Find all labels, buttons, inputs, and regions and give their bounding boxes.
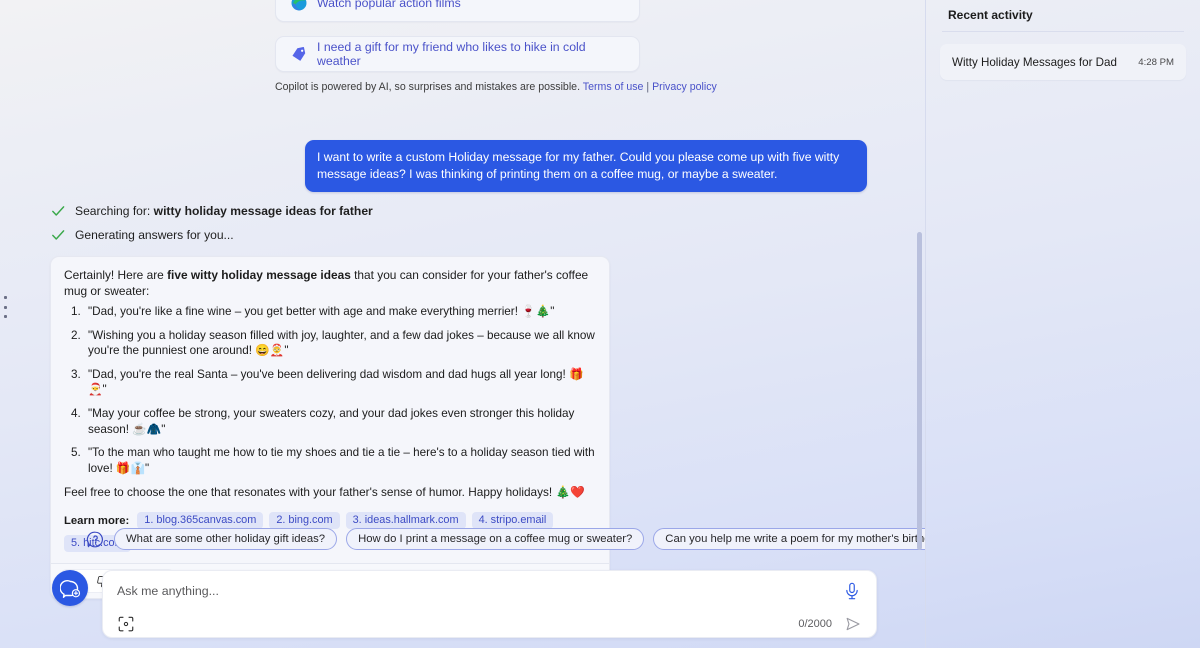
drag-dot bbox=[4, 296, 7, 299]
list-item: 3. "Dad, you're the real Santa – you've … bbox=[64, 367, 596, 398]
suggested-prompt-card-gift[interactable]: I need a gift for my friend who likes to… bbox=[275, 36, 640, 72]
sidebar-title: Recent activity bbox=[940, 0, 1186, 31]
source-link-4[interactable]: 4. stripo.email bbox=[472, 512, 554, 529]
activity-item[interactable]: Witty Holiday Messages for Dad 4:28 PM bbox=[940, 44, 1186, 80]
new-topic-icon bbox=[60, 578, 81, 599]
activity-list: Witty Holiday Messages for Dad 4:28 PM bbox=[940, 32, 1186, 80]
answer-idea-list: 1. "Dad, you're like a fine wine – you g… bbox=[64, 304, 596, 476]
privacy-policy-link[interactable]: Privacy policy bbox=[652, 81, 717, 93]
edge-browser-icon bbox=[290, 0, 308, 12]
status-query: witty holiday message ideas for father bbox=[154, 204, 373, 218]
list-item-text: "Wishing you a holiday season filled wit… bbox=[88, 329, 595, 358]
list-item-number: 2. bbox=[71, 328, 81, 344]
answer-outro: Feel free to choose the one that resonat… bbox=[64, 484, 596, 500]
message-input[interactable] bbox=[117, 584, 842, 598]
list-item-number: 5. bbox=[71, 445, 81, 461]
composer-actions: 0/2000 bbox=[798, 615, 862, 633]
answer-intro-bold: five witty holiday message ideas bbox=[167, 268, 351, 282]
send-icon[interactable] bbox=[844, 615, 862, 633]
check-icon bbox=[50, 203, 66, 219]
status-searching: Searching for: witty holiday message ide… bbox=[50, 203, 373, 219]
status-label: Generating answers for you... bbox=[75, 228, 234, 242]
panel-drag-handle[interactable] bbox=[0, 296, 10, 318]
drag-dot bbox=[4, 315, 7, 318]
list-item: 5. "To the man who taught me how to tie … bbox=[64, 445, 596, 476]
status-prefix: Searching for: bbox=[75, 204, 154, 218]
new-topic-button[interactable] bbox=[52, 570, 88, 606]
disclaimer-separator: | bbox=[646, 81, 649, 93]
check-icon bbox=[50, 227, 66, 243]
character-counter: 0/2000 bbox=[798, 618, 832, 630]
prompt-card-label: I need a gift for my friend who likes to… bbox=[317, 40, 625, 68]
status-generating: Generating answers for you... bbox=[50, 227, 234, 243]
suggestion-chip-2[interactable]: How do I print a message on a coffee mug… bbox=[346, 528, 644, 550]
copilot-chat-app: Watch popular action films I need a gift… bbox=[0, 0, 1200, 648]
learn-more-label: Learn more: bbox=[64, 515, 129, 527]
composer-bottom-row: 0/2000 bbox=[117, 611, 862, 637]
list-item-text: "Dad, you're like a fine wine – you get … bbox=[88, 305, 554, 318]
list-item-text: "May your coffee be strong, your sweater… bbox=[88, 407, 574, 436]
list-item-number: 4. bbox=[71, 406, 81, 422]
ai-disclaimer: Copilot is powered by AI, so surprises a… bbox=[275, 81, 640, 93]
list-item-text: "Dad, you're the real Santa – you've bee… bbox=[88, 368, 584, 397]
list-item: 2. "Wishing you a holiday season filled … bbox=[64, 328, 596, 359]
message-composer: 0/2000 bbox=[102, 570, 877, 638]
source-link-3[interactable]: 3. ideas.hallmark.com bbox=[346, 512, 466, 529]
user-message-bubble: I want to write a custom Holiday message… bbox=[305, 140, 867, 192]
composer-row: 0/2000 bbox=[52, 570, 877, 638]
list-item-number: 3. bbox=[71, 367, 81, 383]
list-item: 4. "May your coffee be strong, your swea… bbox=[64, 406, 596, 437]
user-message-text: I want to write a custom Holiday message… bbox=[317, 150, 839, 181]
chat-scrollbar[interactable] bbox=[916, 0, 924, 648]
terms-of-use-link[interactable]: Terms of use bbox=[583, 81, 644, 93]
chat-column: Watch popular action films I need a gift… bbox=[0, 0, 925, 648]
answer-intro: Certainly! Here are five witty holiday m… bbox=[64, 267, 596, 299]
activity-title: Witty Holiday Messages for Dad bbox=[952, 56, 1117, 69]
scrollbar-thumb[interactable] bbox=[917, 232, 922, 550]
suggestion-chip-3[interactable]: Can you help me write a poem for my moth… bbox=[653, 528, 925, 550]
question-bubble-icon bbox=[86, 530, 105, 549]
visual-search-icon[interactable] bbox=[117, 615, 135, 633]
microphone-icon[interactable] bbox=[842, 581, 862, 601]
list-item-text: "To the man who taught me how to tie my … bbox=[88, 446, 595, 475]
drag-dot bbox=[4, 306, 7, 309]
chat-scroll-region: Watch popular action films I need a gift… bbox=[0, 0, 925, 648]
recent-activity-sidebar: Recent activity Witty Holiday Messages f… bbox=[925, 0, 1200, 648]
composer-input-row bbox=[117, 571, 862, 611]
answer-intro-before: Certainly! Here are bbox=[64, 268, 167, 282]
status-label: Searching for: witty holiday message ide… bbox=[75, 204, 373, 218]
answer-body: Certainly! Here are five witty holiday m… bbox=[51, 257, 609, 510]
disclaimer-text: Copilot is powered by AI, so surprises a… bbox=[275, 81, 580, 93]
suggested-prompt-card-films[interactable]: Watch popular action films bbox=[275, 0, 640, 22]
followup-suggestions: What are some other holiday gift ideas? … bbox=[86, 528, 925, 550]
price-tag-icon bbox=[290, 45, 308, 63]
list-item: 1. "Dad, you're like a fine wine – you g… bbox=[64, 304, 596, 320]
prompt-card-label: Watch popular action films bbox=[317, 0, 461, 10]
suggestion-chip-1[interactable]: What are some other holiday gift ideas? bbox=[114, 528, 337, 550]
source-link-1[interactable]: 1. blog.365canvas.com bbox=[137, 512, 263, 529]
source-link-2[interactable]: 2. bing.com bbox=[269, 512, 339, 529]
list-item-number: 1. bbox=[71, 304, 81, 320]
activity-time: 4:28 PM bbox=[1138, 57, 1174, 68]
